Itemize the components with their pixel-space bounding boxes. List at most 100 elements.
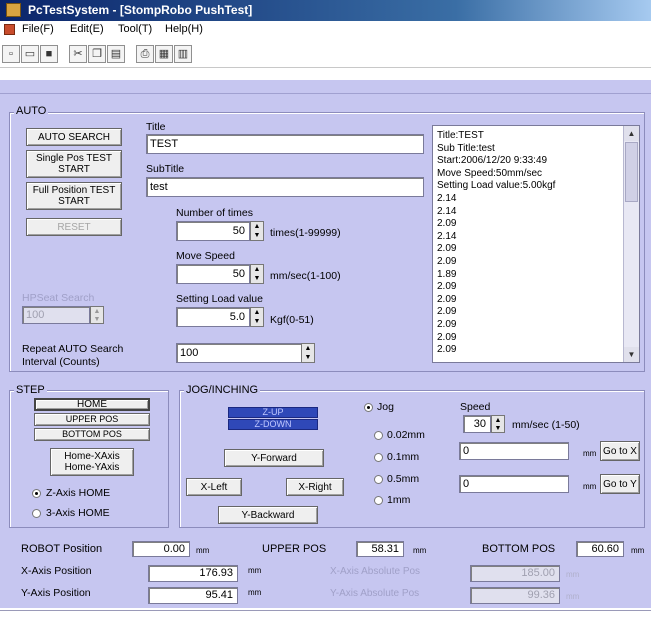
copy-icon[interactable]: ❐ bbox=[88, 45, 106, 63]
window-title: PcTestSystem - [StompRobo PushTest] bbox=[28, 3, 253, 17]
move-speed-input[interactable]: 50 bbox=[176, 264, 250, 284]
spin-up-icon[interactable]: ▲ bbox=[302, 344, 314, 353]
auto-search-button[interactable]: AUTO SEARCH bbox=[26, 128, 122, 146]
spin-down-icon[interactable]: ▼ bbox=[91, 315, 103, 323]
scroll-up-icon[interactable]: ▲ bbox=[624, 126, 639, 141]
goto-y-unit: mm bbox=[583, 482, 597, 491]
print-icon[interactable]: ⎙ bbox=[136, 45, 154, 63]
number-of-times-spinner[interactable]: ▲ ▼ bbox=[250, 221, 264, 241]
x-left-button[interactable]: X-Left bbox=[186, 478, 242, 496]
single-pos-test-start-button[interactable]: Single Pos TEST START bbox=[26, 150, 122, 178]
upper-pos-button[interactable]: UPPER POS bbox=[34, 413, 150, 426]
bottom-pos-value: 60.60 bbox=[576, 541, 624, 557]
robot-position-unit: mm bbox=[196, 546, 210, 555]
z-down-button[interactable]: Z-DOWN bbox=[228, 419, 318, 430]
step-0-02mm-radio[interactable] bbox=[374, 431, 383, 440]
number-of-times-label: Number of times bbox=[176, 207, 254, 219]
log-line: Title:TEST bbox=[437, 130, 484, 141]
full-position-test-start-button[interactable]: Full Position TEST START bbox=[26, 182, 122, 210]
paste-icon[interactable]: ▤ bbox=[107, 45, 125, 63]
hpseat-search-input[interactable]: 100 bbox=[22, 306, 90, 324]
spin-up-icon[interactable]: ▲ bbox=[91, 307, 103, 315]
save-icon[interactable]: ■ bbox=[40, 45, 58, 63]
bottom-pos-label: BOTTOM POS bbox=[482, 543, 556, 555]
log-line: 2.09 bbox=[437, 218, 457, 230]
spin-down-icon[interactable]: ▼ bbox=[302, 353, 314, 362]
y-axis-absolute-pos-value: 99.36 bbox=[470, 587, 560, 604]
new-file-icon[interactable]: ▫ bbox=[2, 45, 20, 63]
title-bar: PcTestSystem - [StompRobo PushTest] bbox=[0, 0, 651, 21]
open-folder-icon[interactable]: ▭ bbox=[21, 45, 39, 63]
move-speed-label: Move Speed bbox=[176, 250, 235, 262]
jog-mode-radio[interactable] bbox=[364, 403, 373, 412]
go-to-x-button[interactable]: Go to X bbox=[600, 441, 640, 461]
step-1mm-radio[interactable] bbox=[374, 496, 383, 505]
scroll-thumb[interactable] bbox=[625, 142, 638, 202]
log-line: 2.09 bbox=[437, 293, 457, 305]
log-scrollbar[interactable]: ▲ ▼ bbox=[623, 126, 639, 362]
home-button[interactable]: HOME bbox=[34, 398, 150, 411]
menu-tool[interactable]: Tool(T) bbox=[118, 23, 152, 35]
menu-bar: File(F) Edit(E) Tool(T) Help(H) bbox=[0, 21, 651, 40]
home-axes-button[interactable]: Home-XAxis Home-YAxis bbox=[50, 448, 134, 476]
y-forward-button[interactable]: Y-Forward bbox=[224, 449, 324, 467]
title-input[interactable]: TEST bbox=[146, 134, 424, 154]
spin-down-icon[interactable]: ▼ bbox=[492, 424, 504, 432]
repeat-interval-input[interactable]: 100 bbox=[176, 343, 308, 363]
subtitle-label: SubTitle bbox=[146, 163, 185, 175]
log-line: 2.09 bbox=[437, 243, 457, 255]
app-icon bbox=[6, 3, 21, 17]
log-line: 1.89 bbox=[437, 268, 457, 280]
y-axis-absolute-pos-unit: mm bbox=[566, 592, 580, 601]
menu-edit[interactable]: Edit(E) bbox=[70, 23, 104, 35]
reset-button[interactable]: RESET bbox=[26, 218, 122, 236]
goto-y-input[interactable]: 0 bbox=[459, 475, 569, 493]
setting-load-input[interactable]: 5.0 bbox=[176, 307, 250, 327]
log-line: 2.09 bbox=[437, 319, 457, 330]
z-up-button[interactable]: Z-UP bbox=[228, 407, 318, 418]
menu-file[interactable]: File(F) bbox=[22, 23, 54, 35]
document-icon bbox=[4, 24, 15, 35]
step-0-1mm-radio[interactable] bbox=[374, 453, 383, 462]
move-speed-unit: mm/sec(1-100) bbox=[270, 270, 341, 282]
result-log-list[interactable]: Title:TEST Sub Title:test Start:2006/12/20… bbox=[432, 125, 640, 363]
spin-down-icon[interactable]: ▼ bbox=[251, 317, 263, 326]
scroll-down-icon[interactable]: ▼ bbox=[624, 347, 639, 362]
subtitle-input[interactable]: test bbox=[146, 177, 424, 197]
speed-spinner[interactable]: ▲ ▼ bbox=[491, 415, 505, 433]
setting-load-spinner[interactable]: ▲ ▼ bbox=[250, 307, 264, 327]
spin-up-icon[interactable]: ▲ bbox=[251, 308, 263, 317]
go-to-y-button[interactable]: Go to Y bbox=[600, 474, 640, 494]
y-axis-position-value: 95.41 bbox=[148, 587, 238, 604]
cut-icon[interactable]: ✂ bbox=[69, 45, 87, 63]
spin-down-icon[interactable]: ▼ bbox=[251, 274, 263, 283]
hpseat-search-spinner[interactable]: ▲ ▼ bbox=[90, 306, 104, 324]
x-right-button[interactable]: X-Right bbox=[286, 478, 344, 496]
menu-help[interactable]: Help(H) bbox=[165, 23, 203, 35]
robot-position-value: 0.00 bbox=[132, 541, 190, 557]
move-speed-spinner[interactable]: ▲ ▼ bbox=[250, 264, 264, 284]
spin-down-icon[interactable]: ▼ bbox=[251, 231, 263, 240]
bottom-pos-button[interactable]: BOTTOM POS bbox=[34, 428, 150, 441]
spin-up-icon[interactable]: ▲ bbox=[492, 416, 504, 424]
repeat-interval-spinner[interactable]: ▲ ▼ bbox=[301, 343, 315, 363]
x-axis-position-unit: mm bbox=[248, 566, 262, 575]
number-of-times-input[interactable]: 50 bbox=[176, 221, 250, 241]
view-icon[interactable]: ▦ bbox=[155, 45, 173, 63]
y-backward-button[interactable]: Y-Backward bbox=[218, 506, 318, 524]
speed-input[interactable]: 30 bbox=[463, 415, 491, 433]
help-icon[interactable]: ▥ bbox=[174, 45, 192, 63]
number-of-times-unit: times(1-99999) bbox=[270, 227, 341, 239]
goto-x-input[interactable]: 0 bbox=[459, 442, 569, 460]
log-line: Start:2006/12/20 9:33:49 bbox=[437, 155, 548, 167]
speed-label: Speed bbox=[460, 401, 491, 413]
z-axis-home-radio[interactable] bbox=[32, 489, 41, 498]
step-0-5mm-radio[interactable] bbox=[374, 475, 383, 484]
log-line: 2.14 bbox=[437, 205, 457, 217]
spin-up-icon[interactable]: ▲ bbox=[251, 222, 263, 231]
spin-up-icon[interactable]: ▲ bbox=[251, 265, 263, 274]
three-axis-home-radio[interactable] bbox=[32, 509, 41, 518]
hpseat-search-label: HPSeat Search bbox=[22, 292, 95, 304]
log-line: Sub Title:test bbox=[437, 142, 495, 154]
x-axis-position-value: 176.93 bbox=[148, 565, 238, 582]
